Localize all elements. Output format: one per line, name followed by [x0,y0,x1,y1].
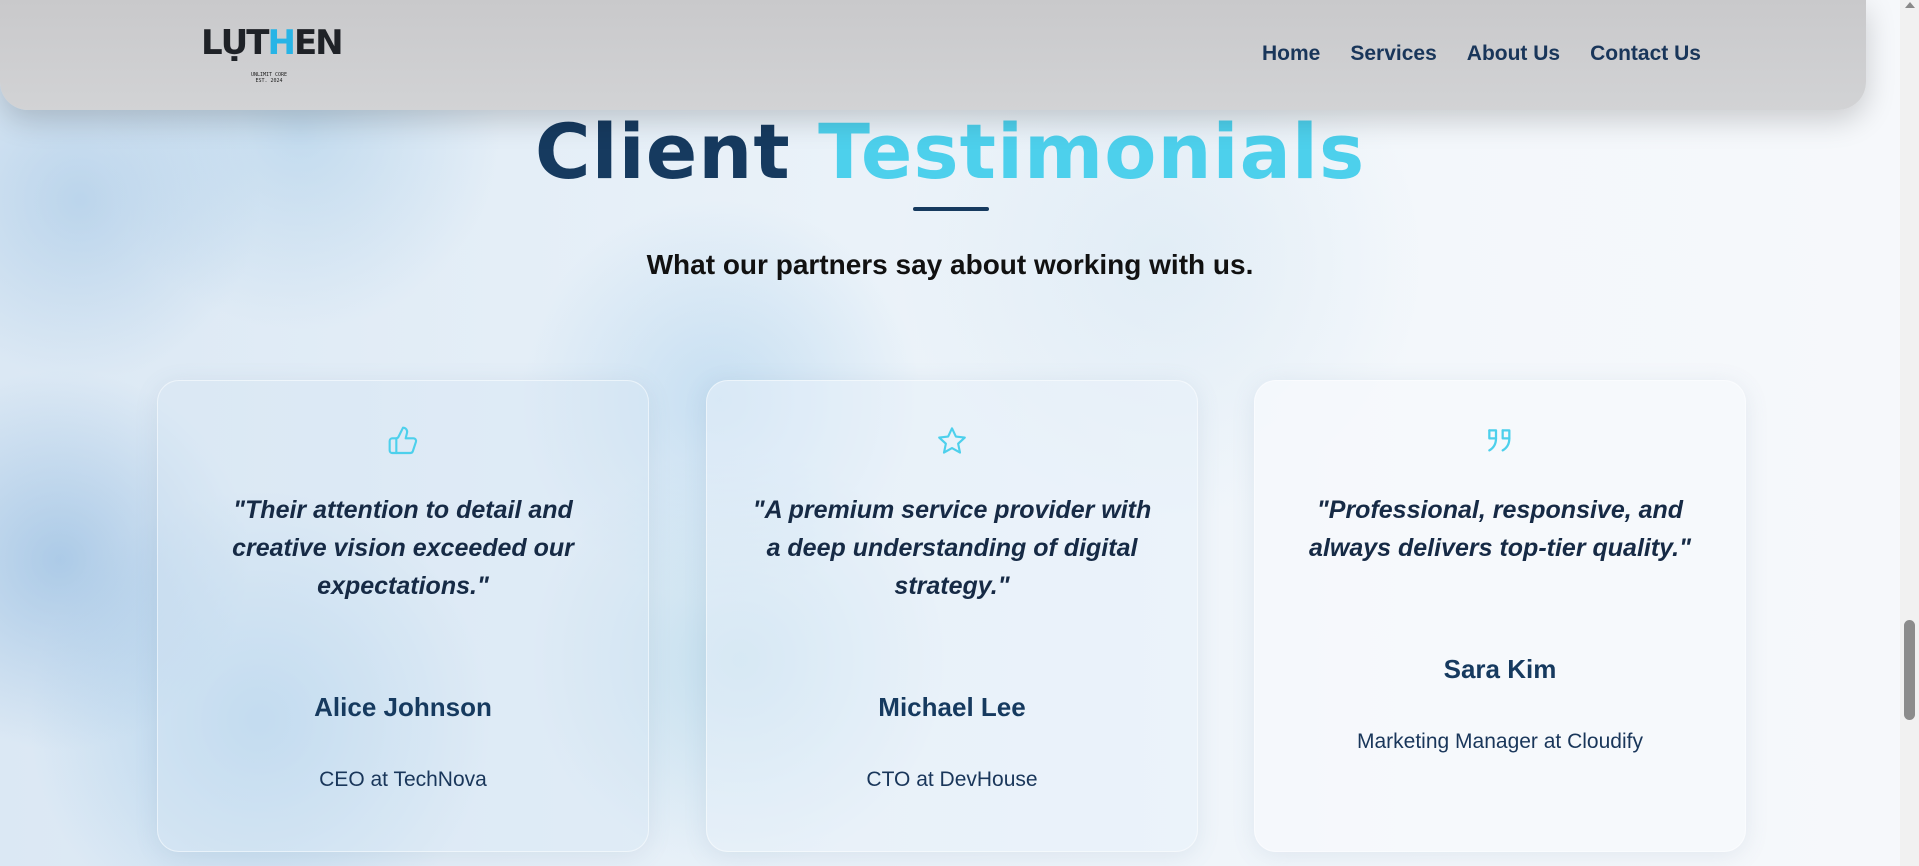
nav-home[interactable]: Home [1262,42,1320,66]
section-subtitle: What our partners say about working with… [646,249,1254,280]
nav-contact-us[interactable]: Contact Us [1590,42,1701,66]
testimonial-name: Michael Lee [878,692,1026,722]
title-client: Client [534,107,791,196]
testimonial-quote: "Professional, responsive, and always de… [1309,496,1691,562]
star-icon [938,427,966,454]
section-title: Client Testimonials [0,104,1900,200]
site-logo[interactable]: LỤTHEN UNLIMIT CORE EST. 2024 [201,23,344,86]
testimonial-quote: "A premium service provider with a deep … [752,496,1152,600]
testimonial-role: Marketing Manager at Cloudify [1357,730,1643,753]
nav-about-us[interactable]: About Us [1467,42,1560,66]
thumbs-up-icon [388,426,418,455]
testimonial-card: "Professional, responsive, and always de… [1254,380,1746,852]
nav-services[interactable]: Services [1350,42,1436,66]
quote-icon [1488,429,1511,452]
testimonial-card: "A premium service provider with a deep … [706,380,1198,852]
scroll-up-arrow-icon[interactable] [1905,2,1915,8]
title-underline [913,207,989,211]
testimonial-name: Sara Kim [1443,654,1557,684]
testimonial-card: "Their attention to detail and creative … [157,380,649,852]
testimonial-quote: "Their attention to detail and creative … [232,496,574,600]
testimonial-role: CEO at TechNova [319,768,487,791]
testimonial-role: CTO at DevHouse [866,768,1038,791]
testimonial-name: Alice Johnson [314,692,492,722]
logo-wordmark: LỤTHEN [201,23,344,63]
page-scrollbar[interactable] [1900,0,1919,866]
site-header: LỤTHEN UNLIMIT CORE EST. 2024 Home Servi… [0,0,1866,110]
logo-established: EST. 2024 [255,78,283,84]
main-nav: Home Services About Us Contact Us [1262,42,1701,66]
scrollbar-thumb[interactable] [1904,620,1915,720]
title-testimonials: Testimonials [818,107,1366,196]
